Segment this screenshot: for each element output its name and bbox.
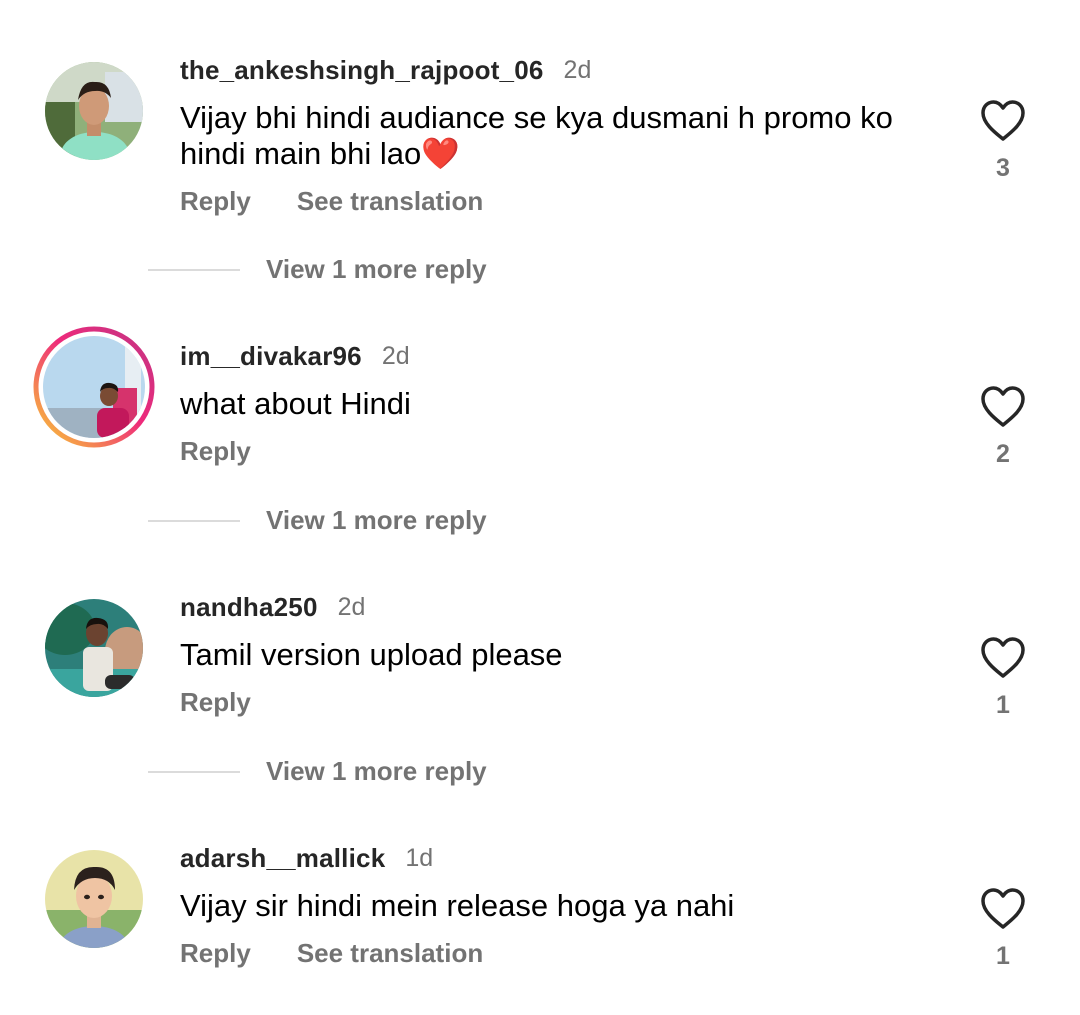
- comment-text: what about Hindi: [180, 386, 940, 422]
- comment-time: 2d: [563, 55, 592, 84]
- comment-time: 1d: [405, 843, 434, 872]
- comment-body: what about Hindi: [180, 386, 411, 421]
- comment-actions: Reply See translation: [180, 186, 483, 217]
- see-translation-button[interactable]: See translation: [297, 186, 483, 217]
- comment-text: Vijay sir hindi mein release hoga ya nah…: [180, 888, 940, 924]
- like-count: 1: [996, 942, 1010, 970]
- replies-divider: [148, 770, 240, 773]
- view-replies: View 1 more reply: [148, 505, 487, 536]
- replies-divider: [148, 519, 240, 522]
- like-control: 1: [978, 635, 1028, 720]
- comment-username[interactable]: im__divakar96: [180, 341, 362, 372]
- like-count: 2: [996, 440, 1010, 468]
- like-count: 1: [996, 691, 1010, 719]
- comment-body: Vijay sir hindi mein release hoga ya nah…: [180, 888, 735, 923]
- comment-body: Vijay bhi hindi audiance se kya dusmani …: [180, 100, 893, 171]
- comment-header: adarsh__mallick 1d: [180, 840, 433, 876]
- avatar[interactable]: [45, 599, 143, 697]
- comment-username[interactable]: adarsh__mallick: [180, 843, 385, 874]
- view-more-replies-button[interactable]: View 1 more reply: [266, 505, 487, 536]
- view-replies: View 1 more reply: [148, 254, 487, 285]
- like-control: 2: [978, 384, 1028, 469]
- reply-button[interactable]: Reply: [180, 938, 251, 969]
- heart-emoji: ❤️: [421, 136, 460, 171]
- comment-time: 2d: [337, 592, 366, 621]
- avatar[interactable]: [45, 62, 143, 160]
- comment-actions: Reply: [180, 436, 251, 467]
- comment-username[interactable]: the_ankeshsingh_rajpoot_06: [180, 55, 544, 86]
- reply-button[interactable]: Reply: [180, 687, 251, 718]
- view-replies: View 1 more reply: [148, 756, 487, 787]
- see-translation-button[interactable]: See translation: [297, 938, 483, 969]
- comment-text: Tamil version upload please: [180, 637, 940, 673]
- like-control: 3: [978, 98, 1028, 183]
- comment-header: im__divakar96 2d: [180, 338, 410, 374]
- avatar[interactable]: [45, 850, 143, 948]
- heart-outline-icon[interactable]: [979, 886, 1027, 930]
- reply-button[interactable]: Reply: [180, 436, 251, 467]
- reply-button[interactable]: Reply: [180, 186, 251, 217]
- like-control: 1: [978, 886, 1028, 971]
- heart-outline-icon[interactable]: [979, 98, 1027, 142]
- avatar[interactable]: [33, 326, 155, 448]
- comment-time: 2d: [381, 341, 410, 370]
- comment-actions: Reply: [180, 687, 251, 718]
- heart-outline-icon[interactable]: [979, 384, 1027, 428]
- like-count: 3: [996, 154, 1010, 182]
- comment-username[interactable]: nandha250: [180, 592, 318, 623]
- heart-outline-icon[interactable]: [979, 635, 1027, 679]
- comment-header: nandha250 2d: [180, 589, 365, 625]
- comment-actions: Reply See translation: [180, 938, 483, 969]
- view-more-replies-button[interactable]: View 1 more reply: [266, 756, 487, 787]
- comment-text: Vijay bhi hindi audiance se kya dusmani …: [180, 100, 940, 172]
- view-more-replies-button[interactable]: View 1 more reply: [266, 254, 487, 285]
- replies-divider: [148, 268, 240, 271]
- comment-body: Tamil version upload please: [180, 637, 563, 672]
- comment-header: the_ankeshsingh_rajpoot_06 2d: [180, 52, 591, 88]
